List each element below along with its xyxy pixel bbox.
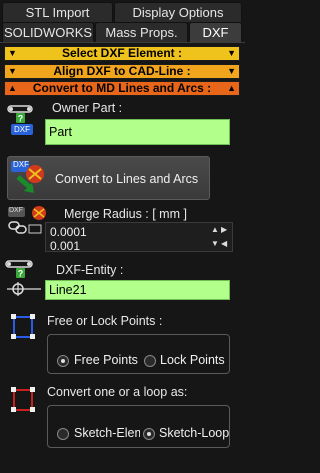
sketch-elements-label[interactable]: Sketch-Elements xyxy=(74,426,140,440)
tab-dxf[interactable]: DXF xyxy=(189,22,242,42)
lock-points-radio[interactable] xyxy=(144,355,156,367)
merge-radius-label: Merge Radius : [ mm ] xyxy=(64,207,187,221)
owner-part-label: Owner Part : xyxy=(52,101,123,115)
points-rectangle-icon xyxy=(11,314,35,339)
spin-down-icon[interactable]: ▼ xyxy=(211,239,219,248)
merge-radius-step: 0.001 xyxy=(50,239,81,253)
collapse-triangle-icon: ▼ xyxy=(227,66,236,76)
section-label: Convert to MD Lines and Arcs : xyxy=(32,81,212,95)
sketch-elements-radio[interactable] xyxy=(57,428,69,440)
free-lock-points-group: Free Points Lock Points xyxy=(47,334,230,374)
collapse-triangle-icon: ▼ xyxy=(227,48,236,58)
convert-as-label: Convert one or a loop as: xyxy=(47,385,188,399)
tab-divider xyxy=(0,42,245,43)
tab-display-options[interactable]: Display Options xyxy=(114,2,242,22)
dxf-entity-icon: ? xyxy=(5,260,41,296)
svg-text:?: ? xyxy=(18,269,24,279)
spin-up-icon[interactable]: ▲ xyxy=(211,225,219,234)
lock-points-label[interactable]: Lock Points xyxy=(160,353,228,367)
free-points-radio[interactable] xyxy=(57,355,69,367)
owner-part-field[interactable]: Part xyxy=(45,119,230,145)
svg-text:?: ? xyxy=(18,114,24,124)
section-select-dxf-element[interactable]: ▼ Select DXF Element : ▼ xyxy=(4,46,240,61)
sketch-loop-radio[interactable] xyxy=(143,428,155,440)
dxf-badge: DXF xyxy=(13,160,29,169)
free-points-label[interactable]: Free Points xyxy=(74,353,142,367)
expand-triangle-icon: ▲ xyxy=(8,83,17,93)
dxf-badge: DXF xyxy=(9,207,23,214)
sketch-loop-label[interactable]: Sketch-Loop xyxy=(159,426,229,440)
section-align-dxf[interactable]: ▼ Align DXF to CAD-Line : ▼ xyxy=(4,64,240,79)
loop-rectangle-icon xyxy=(11,387,35,412)
step-left-icon[interactable]: ◀ xyxy=(221,239,227,248)
merge-radius-value: 0.0001 xyxy=(50,225,87,239)
convert-as-group: Sketch-Elements Sketch-Loop xyxy=(47,405,230,448)
expand-triangle-icon: ▲ xyxy=(227,83,236,93)
collapse-triangle-icon: ▼ xyxy=(8,48,17,58)
tab-stl-import[interactable]: STL Import xyxy=(2,2,113,22)
tab-solidworks[interactable]: SOLIDWORKS xyxy=(2,22,94,42)
tab-mass-props[interactable]: Mass Props. xyxy=(95,22,188,42)
section-convert-md-lines[interactable]: ▲ Convert to MD Lines and Arcs : ▲ xyxy=(4,81,240,96)
section-label: Select DXF Element : xyxy=(61,46,183,60)
step-right-icon[interactable]: ▶ xyxy=(221,225,227,234)
dxf-badge: DXF xyxy=(14,125,30,134)
dxf-entity-field[interactable]: Line21 xyxy=(45,280,230,300)
free-lock-points-label: Free or Lock Points : xyxy=(47,314,163,328)
convert-button-label: Convert to Lines and Arcs xyxy=(55,172,199,186)
convert-to-lines-button[interactable]: DXF Convert to Lines and Arcs xyxy=(7,156,210,200)
collapse-triangle-icon: ▼ xyxy=(8,66,17,76)
dxf-entity-label: DXF-Entity : xyxy=(56,263,124,277)
section-label: Align DXF to CAD-Line : xyxy=(53,64,191,78)
merge-radius-spinbox[interactable]: 0.0001 0.001 ▲ ▼ ▶ ◀ xyxy=(45,222,233,253)
